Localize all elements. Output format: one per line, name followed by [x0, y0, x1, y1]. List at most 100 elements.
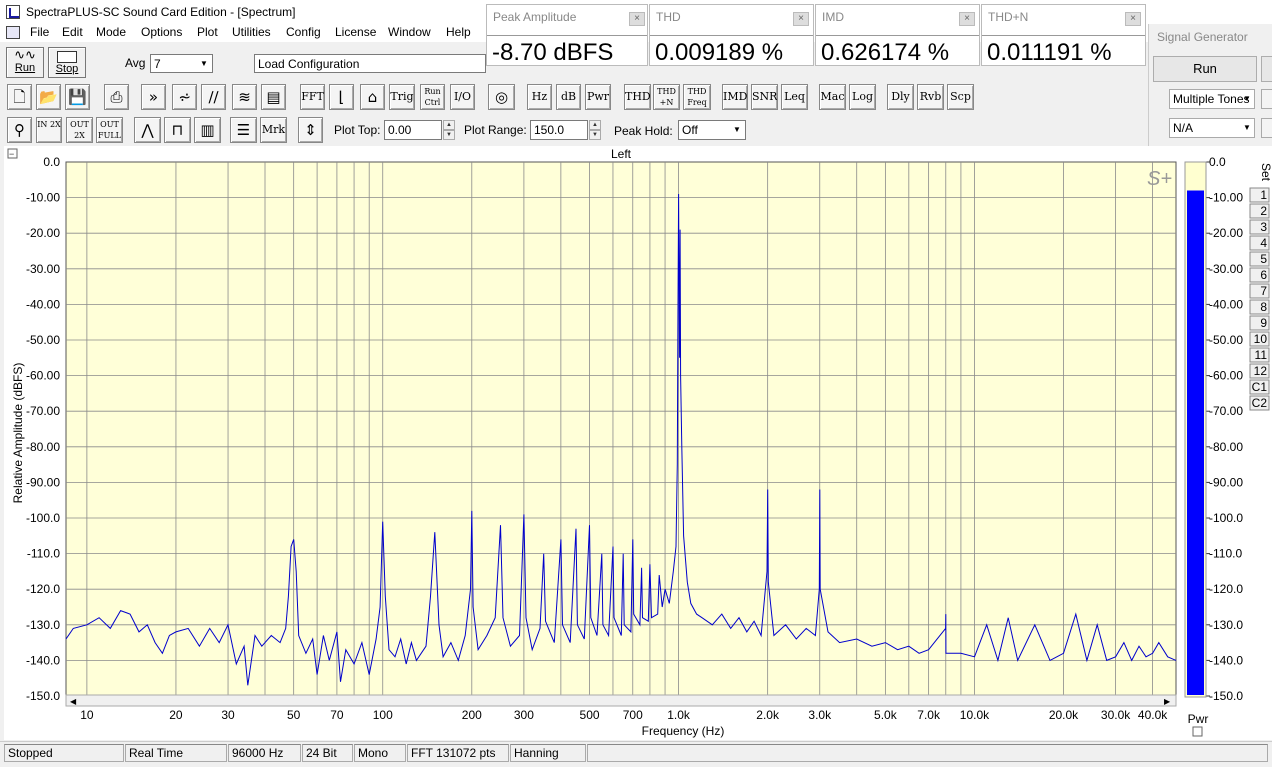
- run-control-button[interactable]: Run Ctrl: [420, 84, 445, 110]
- set-button-7[interactable]: 7: [1249, 283, 1270, 299]
- playback-icon[interactable]: ⩫: [172, 84, 197, 110]
- db-button[interactable]: dB: [556, 84, 581, 110]
- set-button-8[interactable]: 8: [1249, 299, 1270, 315]
- zoom-out-full-button[interactable]: OUT FULL: [96, 117, 123, 143]
- open-folder-icon[interactable]: 📂: [36, 84, 61, 110]
- save-icon[interactable]: 💾: [65, 84, 90, 110]
- plot-top-input[interactable]: 0.00: [384, 120, 442, 140]
- marker-button[interactable]: Mrk: [260, 117, 287, 143]
- spectrogram-icon[interactable]: ≋: [232, 84, 257, 110]
- set-button-3[interactable]: 3: [1249, 219, 1270, 235]
- hz-button[interactable]: Hz: [527, 84, 552, 110]
- mdi-child-icon[interactable]: [6, 26, 20, 39]
- generator-extra-button[interactable]: [1261, 56, 1272, 82]
- thd-n-meter[interactable]: THD+N × 0.011191 %: [981, 4, 1146, 66]
- menu-config[interactable]: Config: [284, 25, 323, 39]
- set-button-10[interactable]: 10: [1249, 331, 1270, 347]
- trigger-button[interactable]: Trig: [389, 84, 415, 110]
- set-button-11[interactable]: 11: [1249, 347, 1270, 363]
- menu-help[interactable]: Help: [444, 25, 473, 39]
- delay-button[interactable]: Dly: [887, 84, 914, 110]
- waveform-select[interactable]: Multiple Tones ▼: [1169, 89, 1255, 109]
- set-button-c2[interactable]: C2: [1249, 395, 1270, 411]
- set-button-1[interactable]: 1: [1249, 187, 1270, 203]
- set-button-9[interactable]: 9: [1249, 315, 1270, 331]
- macro-button[interactable]: Mac: [819, 84, 846, 110]
- plot-range-input[interactable]: 150.0: [530, 120, 588, 140]
- zoom-out-2x-button[interactable]: OUT 2X: [66, 117, 93, 143]
- spin-down-icon[interactable]: ▼: [443, 130, 455, 140]
- signal-generator-title: Signal Generator: [1157, 30, 1248, 44]
- close-icon[interactable]: ×: [959, 12, 975, 26]
- run-button[interactable]: ∿∿ Run: [6, 47, 44, 78]
- peak-hold-select[interactable]: Off ▼: [678, 120, 746, 140]
- peak-amplitude-meter[interactable]: Peak Amplitude × -8.70 dBFS: [486, 4, 648, 66]
- set-button-2[interactable]: 2: [1249, 203, 1270, 219]
- stop-button[interactable]: Stop: [48, 47, 86, 78]
- print-icon[interactable]: ⎙: [104, 84, 129, 110]
- step-plot-icon[interactable]: ⊓: [164, 117, 191, 143]
- post-process-icon[interactable]: ∕∕: [201, 84, 226, 110]
- vertical-scale-icon[interactable]: ⇕: [298, 117, 323, 143]
- spin-up-icon[interactable]: ▲: [443, 120, 455, 130]
- y-tick-label: -100.0: [26, 511, 60, 525]
- power-button[interactable]: Pwr: [585, 84, 611, 110]
- log-button[interactable]: Log: [849, 84, 876, 110]
- avg-select[interactable]: 7 ▼: [150, 54, 213, 73]
- menu-edit[interactable]: Edit: [60, 25, 85, 39]
- menu-window[interactable]: Window: [386, 25, 433, 39]
- menu-plot[interactable]: Plot: [195, 25, 220, 39]
- line-plot-icon[interactable]: ⋀: [134, 117, 161, 143]
- spectrum-plot[interactable]: − Left Relative Amplitude (dBFS) Frequen…: [4, 146, 1272, 740]
- record-icon[interactable]: »: [141, 84, 166, 110]
- thd-button[interactable]: THD: [624, 84, 651, 110]
- menu-options[interactable]: Options: [139, 25, 184, 39]
- set-button-c1[interactable]: C1: [1249, 379, 1270, 395]
- bar-plot-icon[interactable]: ▥: [194, 117, 221, 143]
- io-button[interactable]: I/O: [450, 84, 475, 110]
- scroll-left-icon[interactable]: ◀: [70, 697, 77, 706]
- menu-file[interactable]: File: [28, 25, 51, 39]
- imd-meter[interactable]: IMD × 0.626174 %: [815, 4, 980, 66]
- set-button-12[interactable]: 12: [1249, 363, 1270, 379]
- thd-freq-button[interactable]: THD Freq: [683, 84, 711, 110]
- signal-generator-icon[interactable]: ◎: [488, 84, 515, 110]
- grid-table-icon[interactable]: ☰: [230, 117, 257, 143]
- spin-up-icon[interactable]: ▲: [589, 120, 601, 130]
- leq-button[interactable]: Leq: [781, 84, 808, 110]
- x-tick-label: 5.0k: [874, 708, 898, 722]
- close-icon[interactable]: ×: [1125, 12, 1141, 26]
- set-button-5[interactable]: 5: [1249, 251, 1270, 267]
- close-icon[interactable]: ×: [793, 12, 809, 26]
- y-tick-label-right: -110.0: [1209, 547, 1242, 561]
- menu-mode[interactable]: Mode: [94, 25, 128, 39]
- pwr-collapse-icon[interactable]: [1192, 726, 1203, 737]
- menu-license[interactable]: License: [333, 25, 378, 39]
- reverb-button[interactable]: Rvb: [917, 84, 944, 110]
- new-file-icon[interactable]: 🗋: [7, 84, 32, 110]
- filter-icon[interactable]: ⌂: [360, 84, 385, 110]
- zoom-in-2x-button[interactable]: IN 2X: [36, 117, 62, 143]
- set-button-6[interactable]: 6: [1249, 267, 1270, 283]
- generator-run-button[interactable]: Run: [1153, 56, 1257, 82]
- scroll-right-icon[interactable]: ▶: [1164, 697, 1171, 706]
- close-icon[interactable]: ×: [629, 12, 645, 26]
- set-label: Set: [1259, 163, 1272, 182]
- load-configuration-select[interactable]: Load Configuration: [254, 54, 486, 73]
- 3d-surface-icon[interactable]: ▤: [261, 84, 286, 110]
- zoom-magnifier-icon[interactable]: ⚲: [7, 117, 32, 143]
- spin-down-icon[interactable]: ▼: [589, 130, 601, 140]
- snr-button[interactable]: SNR: [751, 84, 778, 110]
- thd-n-button[interactable]: THD +N: [653, 84, 680, 110]
- scope-button[interactable]: Scp: [947, 84, 974, 110]
- thd-meter[interactable]: THD × 0.009189 %: [649, 4, 814, 66]
- x-tick-label: 70: [330, 708, 344, 722]
- fft-button[interactable]: FFT: [300, 84, 325, 110]
- menu-utilities[interactable]: Utilities: [230, 25, 273, 39]
- imd-button[interactable]: IMD: [722, 84, 748, 110]
- generator-option-select[interactable]: N/A ▼: [1169, 118, 1255, 138]
- weighting-icon[interactable]: ⌊: [329, 84, 354, 110]
- x-tick-label: 500: [580, 708, 600, 722]
- horizontal-scrollbar[interactable]: [65, 694, 1177, 707]
- set-button-4[interactable]: 4: [1249, 235, 1270, 251]
